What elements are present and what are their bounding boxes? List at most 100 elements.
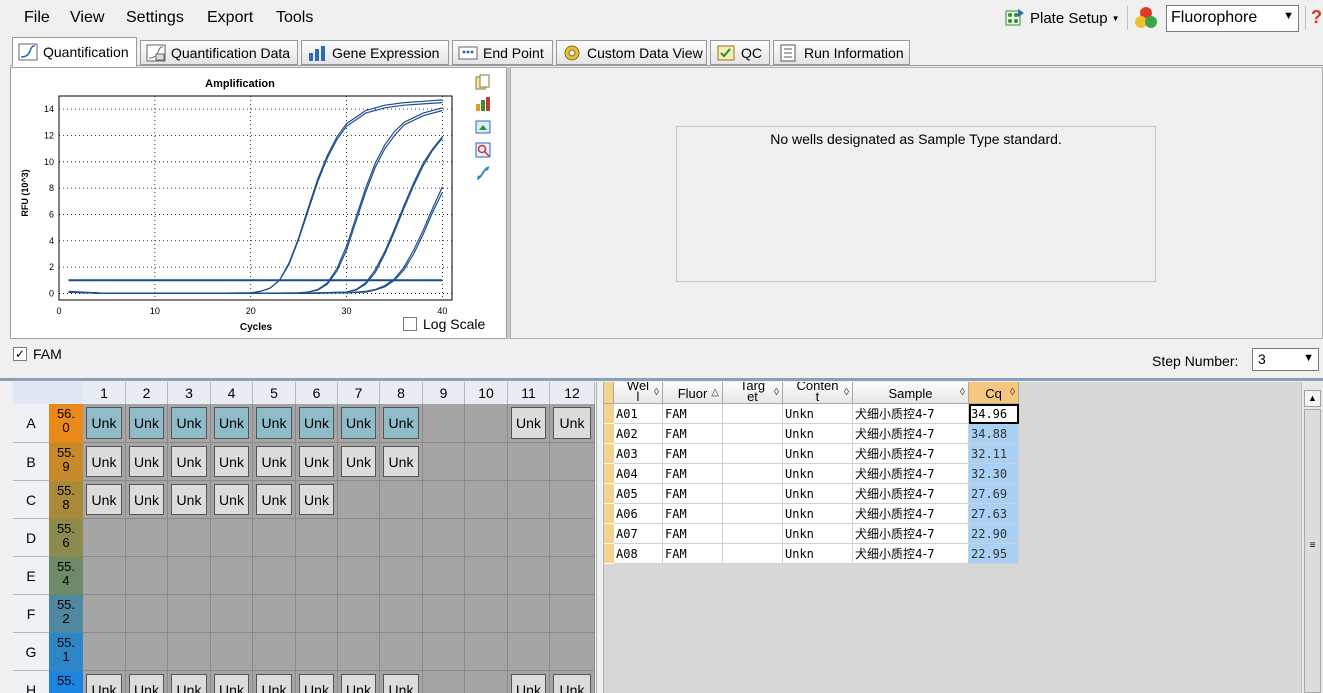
plate-well-cell[interactable]	[126, 557, 168, 595]
col-target-header[interactable]: Targ et ◊	[723, 382, 783, 404]
plate-well-cell[interactable]: Unk	[380, 671, 423, 693]
plate-well-cell[interactable]	[126, 595, 168, 633]
plate-well-cell[interactable]	[423, 671, 465, 693]
col-well-cell[interactable]: A06	[614, 504, 663, 524]
row-marker[interactable]	[604, 444, 614, 464]
col-content-cell[interactable]: Unkn	[783, 404, 853, 424]
col-target-cell[interactable]	[723, 524, 783, 544]
plate-well-cell[interactable]	[83, 633, 126, 671]
row-marker[interactable]	[604, 484, 614, 504]
plate-well-cell[interactable]	[83, 595, 126, 633]
plate-well-cell[interactable]	[253, 633, 296, 671]
plate-well[interactable]: Unk	[129, 446, 164, 477]
plate-well-cell[interactable]	[126, 633, 168, 671]
col-sample-cell[interactable]: 犬细小质控4-7	[853, 484, 969, 504]
row-marker[interactable]	[604, 424, 614, 444]
plate-well[interactable]: Unk	[299, 484, 334, 515]
plate-well[interactable]: Unk	[171, 446, 207, 477]
col-well-cell[interactable]: A03	[614, 444, 663, 464]
column-header[interactable]: 6	[296, 382, 338, 404]
fam-checkbox[interactable]: ✓	[13, 347, 27, 361]
col-target-cell[interactable]	[723, 544, 783, 564]
col-sample-cell[interactable]: 犬细小质控4-7	[853, 544, 969, 564]
row-header[interactable]: F	[13, 595, 49, 633]
col-well-cell[interactable]: A05	[614, 484, 663, 504]
plate-well-cell[interactable]: Unk	[296, 671, 338, 693]
plate-well-cell[interactable]	[508, 443, 550, 481]
column-header[interactable]: 8	[380, 382, 423, 404]
plate-well-cell[interactable]	[465, 519, 508, 557]
col-cq-cell[interactable]: 34.88	[969, 424, 1019, 444]
plate-well-cell[interactable]	[423, 557, 465, 595]
col-content-cell[interactable]: Unkn	[783, 504, 853, 524]
col-target-cell[interactable]	[723, 404, 783, 424]
plate-well-cell[interactable]: Unk	[126, 443, 168, 481]
tab-quantification-data[interactable]: Quantification Data	[140, 40, 298, 65]
plate-well-cell[interactable]	[465, 671, 508, 693]
plate-well-cell[interactable]	[550, 519, 595, 557]
col-content-cell[interactable]: Unkn	[783, 544, 853, 564]
col-well-cell[interactable]: A04	[614, 464, 663, 484]
plate-well-cell[interactable]	[253, 519, 296, 557]
sort-icon[interactable]: ◊	[1010, 382, 1015, 403]
col-fluor-cell[interactable]: FAM	[663, 524, 723, 544]
export-image-icon[interactable]	[475, 119, 491, 135]
plate-well-cell[interactable]	[508, 557, 550, 595]
plate-well-cell[interactable]: Unk	[296, 404, 338, 443]
plate-well-cell[interactable]: Unk	[168, 443, 211, 481]
menu-export[interactable]: Export	[207, 9, 253, 27]
plate-well-cell[interactable]	[550, 557, 595, 595]
plate-well-cell[interactable]	[423, 519, 465, 557]
col-fluor-cell[interactable]: FAM	[663, 444, 723, 464]
col-sample-cell[interactable]: 犬细小质控4-7	[853, 424, 969, 444]
plate-well-cell[interactable]: Unk	[126, 671, 168, 693]
col-sample-header[interactable]: Sample ◊	[853, 382, 969, 404]
plate-well[interactable]: Unk	[214, 674, 249, 693]
plate-well[interactable]: Unk	[553, 674, 591, 693]
plate-well-cell[interactable]	[338, 595, 380, 633]
plate-well[interactable]: Unk	[341, 674, 376, 693]
col-cq-header[interactable]: Cq ◊	[969, 382, 1019, 404]
col-well-cell[interactable]: A02	[614, 424, 663, 444]
plate-well-cell[interactable]: Unk	[126, 404, 168, 443]
column-header[interactable]: 4	[211, 382, 253, 404]
sort-icon[interactable]: ◊	[960, 382, 965, 403]
sort-asc-icon[interactable]: △	[711, 382, 719, 403]
plate-well-cell[interactable]	[508, 633, 550, 671]
plate-well-cell[interactable]	[550, 443, 595, 481]
curve-fit-icon[interactable]	[475, 165, 491, 181]
col-fluor-cell[interactable]: FAM	[663, 484, 723, 504]
row-header[interactable]: G	[13, 633, 49, 671]
plate-well[interactable]: Unk	[171, 484, 207, 515]
tab-custom-data-view[interactable]: Custom Data View	[556, 40, 707, 65]
panel-splitter[interactable]	[596, 382, 604, 693]
plate-well[interactable]: Unk	[256, 484, 292, 515]
column-header[interactable]: 12	[550, 382, 595, 404]
plate-well-cell[interactable]	[296, 519, 338, 557]
help-icon[interactable]: ?	[1311, 7, 1322, 28]
col-cq-cell[interactable]: 27.63	[969, 504, 1019, 524]
plate-well-cell[interactable]	[465, 595, 508, 633]
row-header[interactable]: A	[13, 404, 49, 443]
plate-well[interactable]: Unk	[341, 446, 376, 477]
col-target-cell[interactable]	[723, 444, 783, 464]
plate-well[interactable]: Unk	[214, 484, 249, 515]
plate-well[interactable]: Unk	[171, 407, 207, 439]
plate-setup-button[interactable]: Plate Setup ▼	[1004, 6, 1119, 30]
plate-well[interactable]: Unk	[511, 407, 546, 439]
col-cq-cell[interactable]: 32.11	[969, 444, 1019, 464]
plate-well[interactable]: Unk	[256, 446, 292, 477]
plate-well-cell[interactable]: Unk	[380, 404, 423, 443]
tab-gene-expression[interactable]: Gene Expression	[301, 40, 449, 65]
plate-well-cell[interactable]	[211, 519, 253, 557]
column-header[interactable]: 3	[168, 382, 211, 404]
plate-well-cell[interactable]	[465, 633, 508, 671]
col-target-cell[interactable]	[723, 484, 783, 504]
col-fluor-cell[interactable]: FAM	[663, 424, 723, 444]
plate-well-cell[interactable]: Unk	[380, 443, 423, 481]
menu-settings[interactable]: Settings	[126, 9, 184, 27]
plate-well[interactable]: Unk	[256, 407, 292, 439]
row-marker[interactable]	[604, 404, 614, 424]
plate-well-cell[interactable]	[423, 481, 465, 519]
col-target-cell[interactable]	[723, 464, 783, 484]
